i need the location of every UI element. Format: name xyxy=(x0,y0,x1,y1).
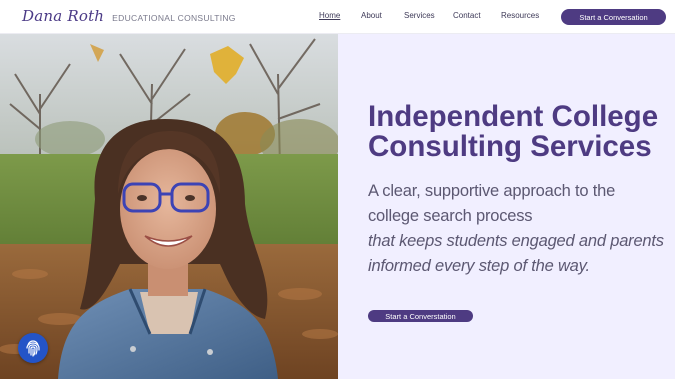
fingerprint-icon xyxy=(26,340,40,357)
nav-services[interactable]: Services xyxy=(404,11,435,20)
logo-tagline: EDUCATIONAL CONSULTING xyxy=(112,13,236,23)
start-conversation-button[interactable]: Start a Conversation xyxy=(561,9,666,25)
start-converstation-button[interactable]: Start a Converstation xyxy=(368,310,473,322)
hero-subtitle-line-2: college search process xyxy=(368,207,533,225)
site-header: Dana Roth EDUCATIONAL CONSULTING Home Ab… xyxy=(0,0,675,34)
hero-subtitle-line-1: A clear, supportive approach to the xyxy=(368,182,616,200)
hero-section: Independent College Consulting Services … xyxy=(338,34,675,379)
site-logo[interactable]: Dana Roth EDUCATIONAL CONSULTING xyxy=(22,7,236,25)
nav-about[interactable]: About xyxy=(361,11,382,20)
nav-resources[interactable]: Resources xyxy=(501,11,539,20)
hero-subtitle-line-4: informed every step of the way. xyxy=(368,257,590,275)
logo-name: Dana Roth xyxy=(22,7,105,25)
nav-home[interactable]: Home xyxy=(319,11,340,20)
nav-contact[interactable]: Contact xyxy=(453,11,481,20)
hero-subtitle-line-3: that keeps students engaged and parents xyxy=(368,232,664,250)
hero-title: Independent College Consulting Services xyxy=(368,100,659,163)
chat-badge[interactable] xyxy=(18,333,48,363)
hero-photo xyxy=(0,34,338,379)
